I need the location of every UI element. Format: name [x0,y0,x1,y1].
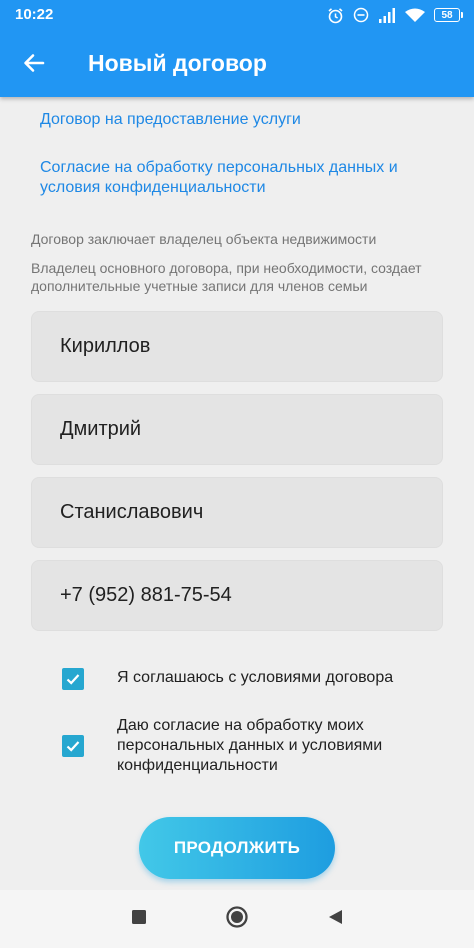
content: Договор на предоставление услуги Согласи… [0,97,474,890]
phone-field[interactable]: +7 (952) 881-75-54 [31,560,443,631]
family-hint: Владелец основного договора, при необход… [31,260,422,294]
terms-checkbox[interactable] [62,668,84,690]
system-back-button[interactable] [322,906,348,932]
privacy-checkbox-row: Даю согласие на обработку моих персональ… [62,717,382,774]
home-button[interactable] [224,905,250,934]
app-bar: 10:22 58 Новый договор [0,0,474,97]
arrow-left-icon [22,51,46,80]
page-title: Новый договор [88,50,267,76]
system-nav-bar [0,890,474,948]
phone-value: +7 (952) 881-75-54 [60,584,232,606]
status-bar: 10:22 58 [0,0,474,30]
last-name-value: Кириллов [60,335,151,357]
patronymic-value: Станиславович [60,501,204,523]
patronymic-field[interactable]: Станиславович [31,477,443,548]
status-time: 10:22 [15,6,54,23]
last-name-field[interactable]: Кириллов [31,311,443,382]
service-agreement-link[interactable]: Договор на предоставление услуги [40,110,440,130]
home-circle-icon [225,905,249,934]
first-name-field[interactable]: Дмитрий [31,394,443,465]
alarm-icon [327,7,344,24]
recents-button[interactable] [126,906,152,932]
continue-button[interactable]: ПРОДОЛЖИТЬ [139,817,335,879]
privacy-label: Даю согласие на обработку моих персональ… [117,717,383,774]
back-triangle-icon [327,909,343,930]
status-icons: 58 [327,5,463,25]
do-not-disturb-icon [353,7,369,23]
terms-checkbox-row: Я соглашаюсь с условиями договора [62,668,393,690]
signal-icon [378,7,396,23]
owner-hint: Договор заключает владелец объекта недви… [31,231,377,247]
check-icon [66,674,80,685]
back-button[interactable] [14,45,54,85]
recents-square-icon [132,909,146,929]
check-icon [66,741,80,752]
data-consent-link[interactable]: Согласие на обработку персональных данны… [40,158,440,198]
privacy-checkbox[interactable] [62,735,84,757]
wifi-icon [405,8,425,23]
first-name-value: Дмитрий [60,418,142,440]
terms-label: Я соглашаюсь с условиями договора [117,669,394,686]
battery-icon: 58 [434,8,463,22]
